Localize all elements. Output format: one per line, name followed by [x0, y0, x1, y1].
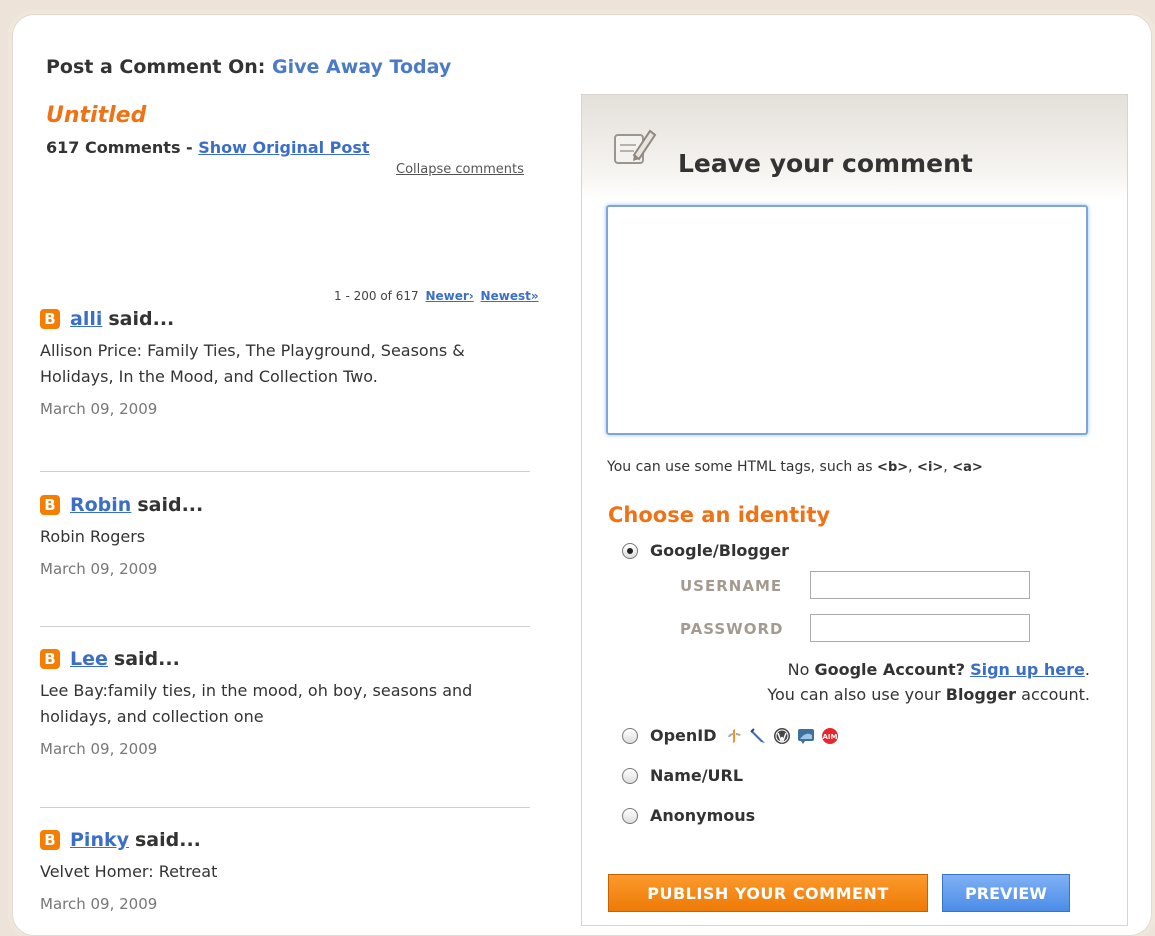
comment-body: Velvet Homer: Retreat	[40, 862, 218, 881]
comment-author-link[interactable]: alli	[70, 308, 102, 330]
said-label: said...	[108, 308, 175, 330]
signup-prefix: No	[787, 660, 810, 679]
identity-option-anonymous[interactable]: Anonymous	[622, 806, 755, 825]
post-title: Untitled	[46, 103, 147, 128]
comment-body: Robin Rogers	[40, 527, 146, 546]
livejournal-icon[interactable]	[749, 727, 767, 745]
html-hint-text: You can use some HTML tags, such as	[607, 459, 873, 475]
comments-count-line: 617 Comments - Show Original Post	[46, 138, 370, 157]
identity-label: Name/URL	[650, 766, 744, 785]
radio-button[interactable]	[622, 807, 638, 824]
comment-author-link[interactable]: Robin	[70, 494, 131, 516]
comment-divider	[40, 471, 530, 472]
username-input[interactable]	[810, 571, 1030, 599]
comment-author-link[interactable]: Lee	[70, 648, 108, 670]
pagination: 1 - 200 of 617 Newer› Newest»	[334, 289, 539, 303]
radio-button[interactable]	[622, 542, 638, 559]
comment-textarea[interactable]	[606, 205, 1088, 435]
openid-providers: AIM	[725, 727, 839, 745]
identity-option-openid[interactable]: OpenID AIM	[622, 726, 839, 745]
blogger-line-prefix: You can also use your	[767, 685, 941, 704]
comment-item: B Pinky said... Velvet Homer: Retreat Ma…	[40, 829, 530, 913]
blogger-line-suffix: account.	[1021, 685, 1090, 704]
page-title-prefix: Post a Comment On:	[46, 56, 266, 78]
password-label: PASSWORD	[680, 620, 784, 638]
comment-author-line: B Pinky said...	[40, 829, 530, 851]
sign-up-link[interactable]: Sign up here	[970, 660, 1085, 679]
comment-divider	[40, 807, 530, 808]
typepad-icon[interactable]	[797, 727, 815, 745]
identity-label: Google/Blogger	[650, 541, 790, 560]
signup-suffix: .	[1084, 660, 1090, 679]
comment-body: Allison Price: Family Ties, The Playgrou…	[40, 341, 465, 386]
aim-icon[interactable]: AIM	[821, 727, 839, 745]
comment-divider	[40, 626, 530, 627]
identity-heading: Choose an identity	[608, 503, 831, 527]
panel-header	[582, 95, 1127, 200]
pagination-range: 1 - 200 of 617	[334, 289, 419, 303]
signup-line: No Google Account? Sign up here.	[582, 660, 1090, 679]
blogger-icon: B	[40, 649, 60, 669]
radio-button[interactable]	[622, 727, 638, 744]
preview-button[interactable]: PREVIEW	[942, 874, 1070, 912]
html-hint: You can use some HTML tags, such as <b>,…	[607, 459, 983, 475]
identity-label: Anonymous	[650, 806, 756, 825]
svg-text:AIM: AIM	[822, 733, 837, 741]
comment-date: March 09, 2009	[40, 400, 158, 418]
html-tag: <i>	[917, 460, 944, 475]
identity-label: OpenID	[650, 726, 717, 745]
comment-date: March 09, 2009	[40, 740, 158, 758]
comment-form-title: Leave your comment	[678, 149, 973, 178]
comment-author-line: B Lee said...	[40, 648, 530, 670]
identity-option-name-url[interactable]: Name/URL	[622, 766, 743, 785]
newest-link[interactable]: Newest»	[481, 289, 539, 303]
password-input[interactable]	[810, 614, 1030, 642]
wordpress-icon[interactable]	[773, 727, 791, 745]
newer-link[interactable]: Newer›	[425, 289, 473, 303]
blogger-icon: B	[40, 495, 60, 515]
comments-count: 617 Comments	[46, 138, 181, 157]
comment-author-line: B Robin said...	[40, 494, 530, 516]
separator: -	[186, 138, 193, 157]
publish-comment-button[interactable]: PUBLISH YOUR COMMENT	[608, 874, 928, 912]
html-tag: <b>	[877, 460, 909, 475]
comment-item: B Robin said... Robin Rogers March 09, 2…	[40, 494, 530, 578]
said-label: said...	[137, 494, 204, 516]
comment-form-panel: Leave your comment You can use some HTML…	[581, 94, 1128, 926]
signup-bold: Google Account?	[814, 660, 965, 679]
comment-date: March 09, 2009	[40, 560, 158, 578]
pencil-note-icon	[614, 129, 657, 164]
identity-option-google[interactable]: Google/Blogger	[622, 541, 789, 560]
blogger-account-line: You can also use your Blogger account.	[582, 685, 1090, 704]
blogger-icon: B	[40, 309, 60, 329]
said-label: said...	[113, 648, 180, 670]
said-label: said...	[135, 829, 201, 851]
comment-body: Lee Bay:family ties, in the mood, oh boy…	[40, 681, 473, 726]
username-label: USERNAME	[680, 577, 783, 595]
blogger-line-bold: Blogger	[945, 685, 1017, 704]
comment-item: B Lee said... Lee Bay:family ties, in th…	[40, 648, 530, 758]
html-tag: <a>	[952, 460, 983, 475]
show-original-post-link[interactable]: Show Original Post	[198, 138, 369, 157]
openid-icon[interactable]	[725, 727, 743, 745]
comment-author-link[interactable]: Pinky	[70, 829, 129, 851]
blogger-icon: B	[40, 830, 60, 850]
blog-name-link[interactable]: Give Away Today	[272, 56, 451, 78]
comment-author-line: B alli said...	[40, 308, 530, 330]
collapse-comments-link[interactable]: Collapse comments	[396, 162, 524, 177]
comment-date: March 09, 2009	[40, 895, 158, 913]
page-title: Post a Comment On: Give Away Today	[46, 56, 451, 78]
comment-item: B alli said... Allison Price: Family Tie…	[40, 308, 530, 418]
radio-button[interactable]	[622, 767, 638, 784]
